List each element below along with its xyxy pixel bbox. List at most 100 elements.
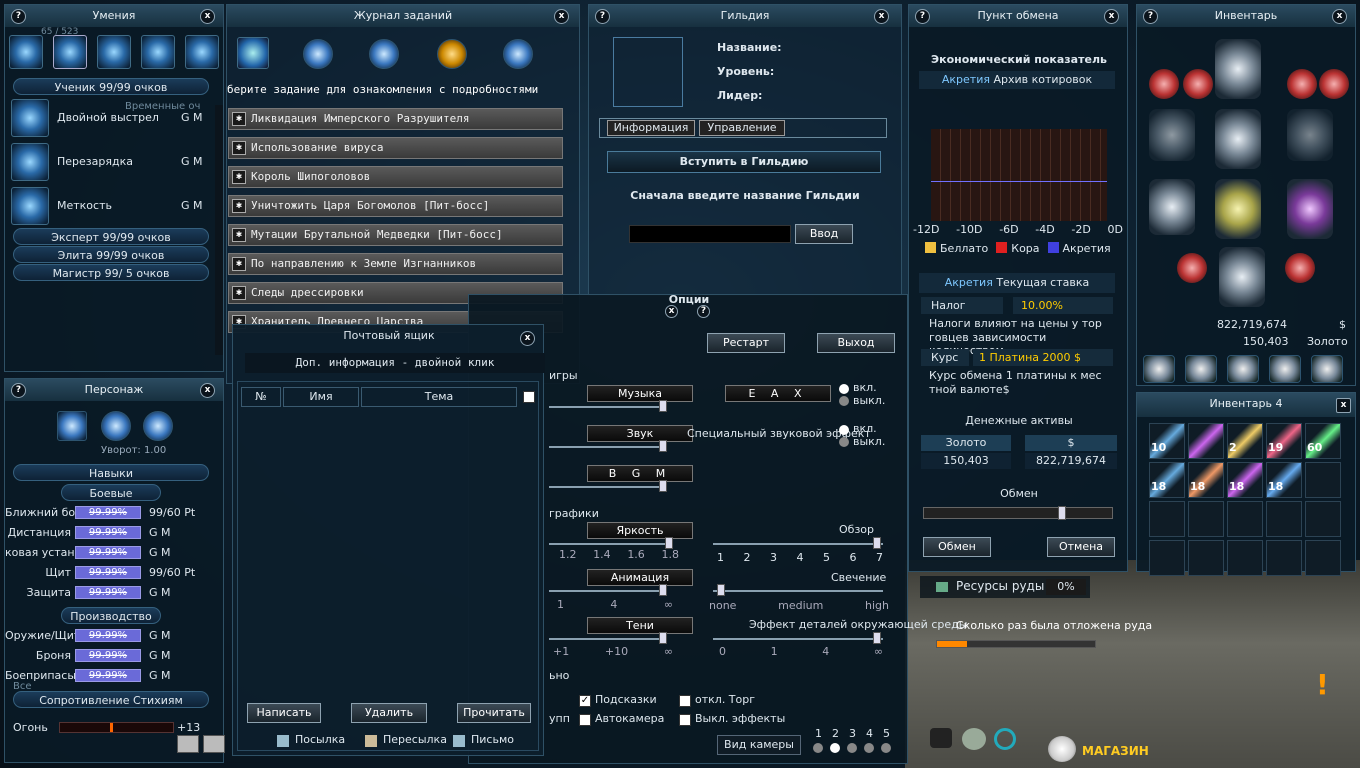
inventory-slot[interactable] xyxy=(1227,540,1263,576)
slider-knob[interactable] xyxy=(659,480,667,492)
lock-icon[interactable] xyxy=(203,735,225,753)
music-slider[interactable] xyxy=(549,406,667,408)
quest-item[interactable]: ✱ Мутации Брутальной Медведки [Пит-босс] xyxy=(228,224,563,246)
letter-icon[interactable] xyxy=(453,735,465,747)
quest-item[interactable]: ✱ Король Шипоголовов xyxy=(228,166,563,188)
close-button[interactable]: x xyxy=(200,383,215,398)
weapon-slot[interactable] xyxy=(1149,109,1195,161)
slider-knob[interactable] xyxy=(659,632,667,644)
quest-tab-icon-2[interactable] xyxy=(303,39,333,69)
amulet-item[interactable] xyxy=(1285,253,1315,283)
accuracy-icon[interactable] xyxy=(11,187,49,225)
camera-option-radio[interactable] xyxy=(830,743,840,753)
hints-checkbox[interactable]: ✓ xyxy=(579,695,591,707)
chart-icon[interactable] xyxy=(177,735,199,753)
inventory-slot[interactable] xyxy=(1266,501,1302,537)
camera-option-radio[interactable] xyxy=(847,743,857,753)
quest-item[interactable]: ✱ Ликвидация Имперского Разрушителя xyxy=(228,108,563,130)
delete-button[interactable]: Удалить xyxy=(351,703,427,723)
camera-option-radio[interactable] xyxy=(864,743,874,753)
inventory-slot[interactable] xyxy=(1188,540,1224,576)
slider-knob[interactable] xyxy=(659,440,667,452)
close-button[interactable]: x xyxy=(520,331,535,346)
tab-info[interactable]: Информация xyxy=(607,120,695,136)
armor-item[interactable] xyxy=(1215,179,1261,239)
inventory-slot[interactable] xyxy=(1305,501,1341,537)
earring-item[interactable] xyxy=(1319,69,1349,99)
exit-button[interactable]: Выход xyxy=(817,333,895,353)
no-effects-checkbox[interactable] xyxy=(679,714,691,726)
bag-slot-4[interactable] xyxy=(1269,355,1301,383)
shop-icon[interactable] xyxy=(1048,736,1076,762)
swap-button[interactable]: Обмен xyxy=(923,537,991,557)
inventory-slot[interactable] xyxy=(1227,501,1263,537)
slider-knob[interactable] xyxy=(659,584,667,596)
close-button[interactable]: x xyxy=(554,9,569,24)
glow-slider[interactable] xyxy=(713,590,883,592)
inventory-slot[interactable] xyxy=(1305,540,1341,576)
cancel-button[interactable]: Отмена xyxy=(1047,537,1115,557)
no-trade-checkbox[interactable] xyxy=(679,695,691,707)
ring-item[interactable] xyxy=(1183,69,1213,99)
inventory-slot[interactable] xyxy=(1149,501,1185,537)
quest-tab-icon-4[interactable] xyxy=(437,39,467,69)
scrollbar[interactable] xyxy=(215,105,223,355)
slider-knob[interactable] xyxy=(659,400,667,412)
help-button[interactable]: ? xyxy=(697,305,710,318)
quest-item[interactable]: ✱ По направлению к Земле Изгнанников xyxy=(228,253,563,275)
inventory-slot[interactable] xyxy=(1188,423,1224,459)
animal-icon[interactable] xyxy=(962,728,986,750)
earring-item[interactable] xyxy=(1287,69,1317,99)
swap-slider[interactable] xyxy=(923,506,1113,520)
eax-off-radio[interactable] xyxy=(839,396,849,406)
close-button[interactable]: x xyxy=(1332,9,1347,24)
help-button[interactable]: ? xyxy=(915,9,930,24)
quest-item[interactable]: ✱ Использование вируса xyxy=(228,137,563,159)
forward-icon[interactable] xyxy=(365,735,377,747)
reload-icon[interactable] xyxy=(11,143,49,181)
close-button[interactable]: x xyxy=(1104,9,1119,24)
animation-slider[interactable] xyxy=(549,590,667,592)
skill-icon-3[interactable] xyxy=(97,35,131,69)
char-tab-icon-2[interactable] xyxy=(101,411,131,441)
help-button[interactable]: ? xyxy=(11,9,26,24)
skill-icon-2[interactable] xyxy=(53,35,87,69)
helmet-item[interactable] xyxy=(1215,39,1261,99)
shoulder-item[interactable] xyxy=(1215,109,1261,169)
shadows-slider[interactable] xyxy=(549,638,667,640)
inventory-slot[interactable] xyxy=(1188,501,1224,537)
quest-tab-icon-5[interactable] xyxy=(503,39,533,69)
detail-slider[interactable] xyxy=(713,638,883,640)
shop-label[interactable]: МАГАЗИН xyxy=(1082,744,1149,758)
guild-name-input[interactable] xyxy=(629,225,791,243)
slider-knob[interactable] xyxy=(873,632,881,644)
cape-item[interactable] xyxy=(1287,179,1333,239)
select-all-checkbox[interactable] xyxy=(523,391,535,403)
close-button[interactable]: x xyxy=(665,305,678,318)
help-button[interactable]: ? xyxy=(11,383,26,398)
tab-manage[interactable]: Управление xyxy=(699,120,785,136)
bag-slot-5[interactable] xyxy=(1311,355,1343,383)
help-button[interactable]: ? xyxy=(1143,9,1158,24)
bag-slot-1[interactable] xyxy=(1143,355,1175,383)
help-button[interactable]: ? xyxy=(595,9,610,24)
read-button[interactable]: Прочитать xyxy=(457,703,531,723)
slider-knob[interactable] xyxy=(717,584,725,596)
inventory-slot[interactable] xyxy=(1149,540,1185,576)
parcel-icon[interactable] xyxy=(277,735,289,747)
char-tab-icon-3[interactable] xyxy=(143,411,173,441)
special-off-radio[interactable] xyxy=(839,437,849,447)
boots-item[interactable] xyxy=(1219,247,1265,307)
autocam-checkbox[interactable] xyxy=(579,714,591,726)
alert-icon[interactable]: ! xyxy=(1316,668,1329,701)
bag-slot-2[interactable] xyxy=(1185,355,1217,383)
inventory-slot[interactable] xyxy=(1266,540,1302,576)
eax-on-radio[interactable] xyxy=(839,384,849,394)
inventory-slot[interactable] xyxy=(1305,462,1341,498)
close-button[interactable]: x xyxy=(200,9,215,24)
quest-item[interactable]: ✱ Уничтожить Царя Богомолов [Пит-босс] xyxy=(228,195,563,217)
skill-icon-4[interactable] xyxy=(141,35,175,69)
enter-button[interactable]: Ввод xyxy=(795,224,853,244)
camera-option-radio[interactable] xyxy=(813,743,823,753)
slider-knob[interactable] xyxy=(873,537,881,549)
